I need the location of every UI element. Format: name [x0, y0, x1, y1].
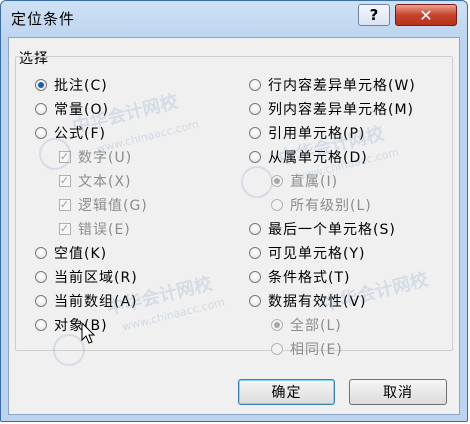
option-current-array[interactable]: 当前数组(A) [35, 290, 138, 312]
option-direct-only[interactable]: 直属(I) [271, 170, 338, 192]
check-logicals[interactable]: 逻辑值(G) [59, 194, 148, 216]
radio-indicator[interactable] [35, 127, 47, 139]
option-label: 数据有效性(V) [268, 294, 367, 310]
radio-indicator[interactable] [271, 319, 283, 331]
option-conditional-formats[interactable]: 条件格式(T) [249, 266, 350, 288]
option-column-differences[interactable]: 列内容差异单元格(M) [249, 98, 414, 120]
option-label: 数字(U) [78, 150, 133, 166]
option-label: 相同(E) [290, 342, 343, 358]
option-label: 错误(E) [78, 222, 131, 238]
option-constants[interactable]: 常量(O) [35, 98, 109, 120]
option-visible-cells[interactable]: 可见单元格(Y) [249, 242, 365, 264]
dialog-body: 选择 批注(C) 常量(O) 公式(F) 数字(U) 文本(X) 逻辑值(G) … [8, 37, 460, 415]
option-data-validation[interactable]: 数据有效性(V) [249, 290, 367, 312]
option-last-cell[interactable]: 最后一个单元格(S) [249, 218, 396, 240]
dialog-title: 定位条件 [11, 10, 76, 28]
radio-indicator[interactable] [35, 271, 47, 283]
option-row-differences[interactable]: 行内容差异单元格(W) [249, 74, 416, 96]
radio-indicator[interactable] [249, 103, 261, 115]
option-validation-same[interactable]: 相同(E) [271, 338, 343, 360]
option-label: 条件格式(T) [268, 270, 351, 286]
option-label: 直属(I) [290, 174, 339, 190]
radio-indicator[interactable] [249, 295, 261, 307]
option-label: 引用单元格(P) [268, 126, 366, 142]
option-label: 逻辑值(G) [78, 198, 148, 214]
radio-indicator[interactable] [271, 343, 283, 355]
dialog-window: 定位条件 ? ✕ 选择 批注(C) 常量(O) 公式(F) 数字(U) 文本(X… [0, 0, 468, 422]
option-label: 全部(L) [290, 318, 342, 334]
radio-indicator[interactable] [35, 319, 47, 331]
option-label: 从属单元格(D) [268, 150, 368, 166]
check-errors[interactable]: 错误(E) [59, 218, 131, 240]
option-dependents[interactable]: 从属单元格(D) [249, 146, 368, 168]
radio-indicator[interactable] [271, 175, 283, 187]
titlebar: 定位条件 ? ✕ [1, 1, 467, 39]
checkbox-indicator[interactable] [59, 175, 71, 187]
option-precedents[interactable]: 引用单元格(P) [249, 122, 365, 144]
radio-indicator[interactable] [249, 127, 261, 139]
radio-indicator[interactable] [249, 151, 261, 163]
radio-indicator[interactable] [35, 79, 47, 91]
option-all-levels[interactable]: 所有级别(L) [271, 194, 372, 216]
option-label: 公式(F) [54, 126, 106, 142]
help-button[interactable]: ? [358, 4, 390, 26]
option-label: 可见单元格(Y) [268, 246, 366, 262]
check-text[interactable]: 文本(X) [59, 170, 132, 192]
option-label: 文本(X) [78, 174, 132, 190]
option-validation-all[interactable]: 全部(L) [271, 314, 342, 336]
radio-indicator[interactable] [249, 271, 261, 283]
option-current-region[interactable]: 当前区域(R) [35, 266, 138, 288]
radio-indicator[interactable] [35, 103, 47, 115]
radio-indicator[interactable] [271, 199, 283, 211]
option-label: 最后一个单元格(S) [268, 222, 396, 238]
radio-indicator[interactable] [35, 247, 47, 259]
option-label: 所有级别(L) [290, 198, 372, 214]
radio-indicator[interactable] [249, 247, 261, 259]
close-button[interactable]: ✕ [395, 4, 457, 26]
option-label: 批注(C) [54, 78, 108, 94]
option-label: 列内容差异单元格(M) [268, 102, 415, 118]
radio-indicator[interactable] [35, 295, 47, 307]
ok-button[interactable]: 确定 [238, 379, 335, 405]
option-label: 当前数组(A) [54, 294, 138, 310]
option-formulas[interactable]: 公式(F) [35, 122, 106, 144]
radio-indicator[interactable] [249, 79, 261, 91]
option-label: 行内容差异单元格(W) [268, 78, 416, 94]
option-comments[interactable]: 批注(C) [35, 74, 108, 96]
mouse-pointer-icon [81, 322, 96, 344]
check-numbers[interactable]: 数字(U) [59, 146, 132, 168]
option-label: 当前区域(R) [54, 270, 138, 286]
option-blanks[interactable]: 空值(K) [35, 242, 107, 264]
cancel-button[interactable]: 取消 [349, 379, 447, 405]
option-label: 常量(O) [54, 102, 109, 118]
radio-indicator[interactable] [249, 223, 261, 235]
option-label: 空值(K) [54, 246, 108, 262]
checkbox-indicator[interactable] [59, 151, 71, 163]
checkbox-indicator[interactable] [59, 199, 71, 211]
checkbox-indicator[interactable] [59, 223, 71, 235]
